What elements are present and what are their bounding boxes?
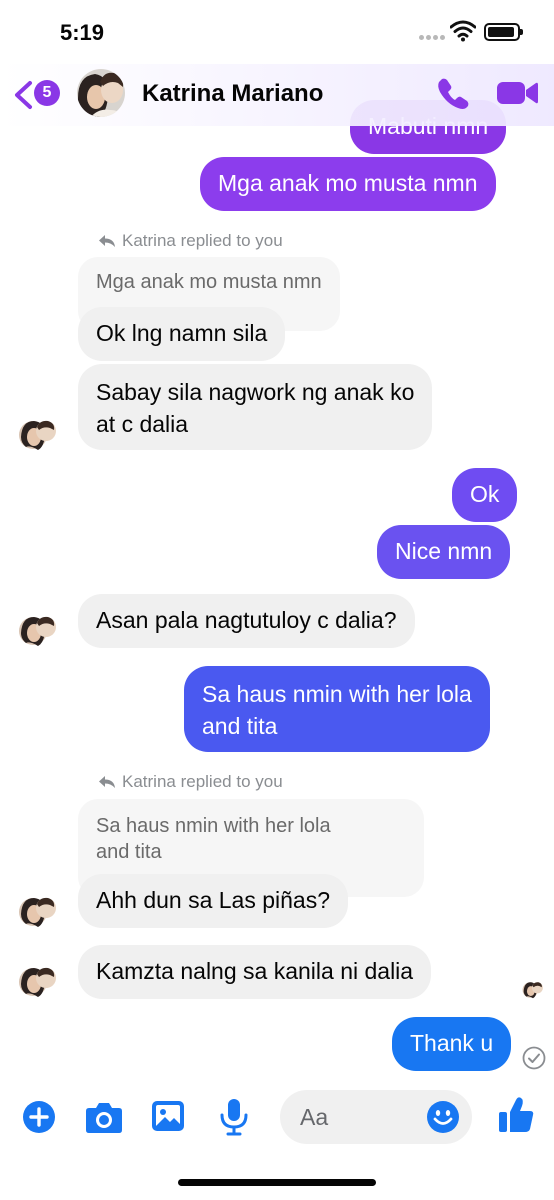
back-button[interactable]: 5 (12, 78, 62, 110)
message-bubble-incoming[interactable]: Ahh dun sa Las piñas? (78, 874, 349, 928)
home-indicator[interactable] (178, 1179, 376, 1186)
reply-icon (99, 235, 115, 247)
video-call-button[interactable] (496, 78, 538, 108)
voice-call-button[interactable] (436, 76, 470, 110)
composer-bar (0, 1090, 554, 1150)
reply-icon (99, 776, 115, 788)
message-bubble-outgoing[interactable]: Nice nmn (377, 525, 511, 579)
message-thread[interactable]: Mabuti nmn Mga anak mo musta nmn Katrina… (0, 0, 554, 1200)
gallery-icon[interactable] (151, 1100, 185, 1137)
contact-avatar[interactable] (18, 894, 58, 935)
video-camera-icon (497, 82, 538, 104)
contact-avatar[interactable] (18, 417, 58, 458)
unread-badge: 5 (34, 80, 60, 106)
microphone-icon[interactable] (219, 1098, 249, 1141)
contact-avatar[interactable] (18, 964, 58, 1005)
plus-icon[interactable] (22, 1100, 56, 1139)
contact-avatar[interactable] (76, 68, 126, 118)
reply-note: Katrina replied to you (98, 772, 283, 792)
chevron-left-icon (15, 81, 32, 109)
thumbs-up-icon[interactable] (498, 1096, 534, 1139)
message-bubble-incoming[interactable]: Sabay sila nagwork ng anak ko at c dalia (78, 364, 433, 450)
contact-name[interactable]: Katrina Mariano (142, 80, 323, 108)
emoji-icon[interactable] (426, 1100, 460, 1134)
conversation-header: 5 Katrina Mariano (0, 64, 554, 126)
message-bubble-incoming[interactable]: Ok lng namn sila (78, 307, 286, 361)
sent-check-icon (522, 1046, 546, 1075)
message-bubble-outgoing[interactable]: Ok (452, 468, 518, 522)
phone-icon (438, 78, 469, 109)
camera-icon[interactable] (85, 1100, 123, 1139)
reply-note: Katrina replied to you (98, 231, 283, 251)
message-bubble-outgoing[interactable]: Thank u (392, 1017, 512, 1071)
seen-avatar (522, 980, 544, 1005)
message-bubble-outgoing[interactable]: Mga anak mo musta nmn (200, 157, 496, 211)
message-bubble-incoming[interactable]: Kamzta nalng sa kanila ni dalia (78, 945, 432, 999)
message-bubble-outgoing[interactable]: Sa haus nmin with her lola and tita (184, 666, 490, 752)
contact-avatar[interactable] (18, 613, 58, 654)
message-bubble-incoming[interactable]: Asan pala nagtutuloy c dalia? (78, 594, 415, 648)
